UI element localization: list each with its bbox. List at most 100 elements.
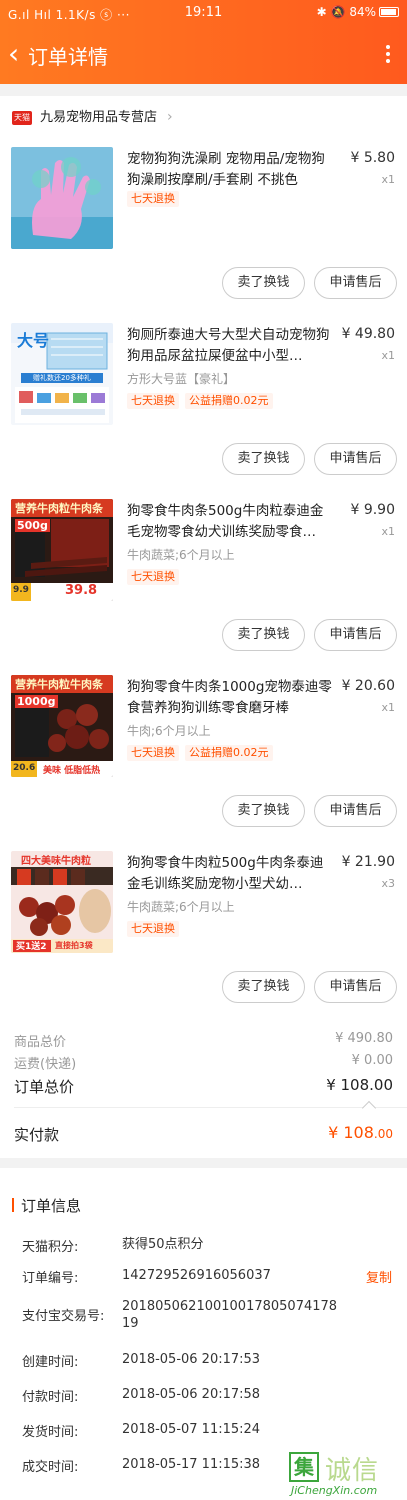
- more-options-icon[interactable]: [383, 42, 393, 70]
- sell-button[interactable]: 卖了换钱: [222, 971, 305, 1003]
- return-tag: 七天退换: [127, 921, 179, 937]
- info-value[interactable]: 142729526916056037: [122, 1267, 346, 1284]
- item-sku: 牛肉蔬菜;6个月以上: [127, 900, 235, 914]
- item-title: 宠物狗狗洗澡刷 宠物用品/宠物狗狗澡刷按摩刷/手套刷 不挑色: [127, 151, 325, 188]
- info-value: 2018-05-06 20:17:53: [122, 1352, 261, 1367]
- divider: [14, 1107, 407, 1108]
- item-tags: 七天退换: [127, 569, 185, 585]
- order-total-value: ¥ 108.00: [326, 1076, 393, 1094]
- item-price: ¥ 20.60: [341, 678, 395, 694]
- info-value: 2018-05-06 20:17:58: [122, 1387, 261, 1402]
- item-title: 狗零食牛肉条500g牛肉粒泰迪金毛宠物零食幼犬训练奖励零食…: [127, 503, 324, 540]
- item-title: 狗厕所泰迪大号大型犬自动宠物狗狗用品尿盆拉屎便盆中小型…: [127, 327, 330, 364]
- item-quantity: x1: [381, 349, 395, 362]
- item-price: ¥ 49.80: [341, 326, 395, 342]
- status-bar: G.ıl Hıl 1.1K/s ⓢ ··· 19:11 ✱ 🔕 84%: [0, 0, 407, 28]
- after-sale-button[interactable]: 申请售后: [314, 795, 397, 827]
- return-tag: 七天退换: [127, 393, 179, 409]
- item-tags: 七天退换: [127, 921, 185, 937]
- thumb-price: 美味 低脂低热: [43, 766, 101, 776]
- return-tag: 七天退换: [127, 191, 179, 207]
- info-key: 创建时间:: [22, 1355, 79, 1370]
- item-sku: 牛肉蔬菜;6个月以上: [127, 548, 235, 562]
- item-price: ¥ 9.90: [350, 502, 395, 518]
- thumb-label: 四大美味牛肉粒: [21, 856, 91, 867]
- item-tags: 七天退换: [127, 191, 185, 207]
- item-title: 狗狗零食牛肉条1000g宠物泰迪零食营养狗狗训练零食磨牙棒: [127, 679, 332, 716]
- mute-icon: 🔕: [330, 5, 346, 19]
- item-price: ¥ 21.90: [341, 854, 395, 870]
- battery-percent: 84%: [349, 5, 376, 19]
- thumb-small: 20.6: [13, 763, 36, 773]
- paid-int: ¥ 108: [328, 1123, 374, 1142]
- shipping-label: 运费(快递): [14, 1057, 77, 1072]
- after-sale-button[interactable]: 申请售后: [314, 619, 397, 651]
- sell-button[interactable]: 卖了换钱: [222, 267, 305, 299]
- shipping-value: ¥ 0.00: [351, 1053, 393, 1068]
- watermark-mark: 集: [289, 1452, 319, 1482]
- order-detail-page: G.ıl Hıl 1.1K/s ⓢ ··· 19:11 ✱ 🔕 84% ‹ 订单…: [0, 0, 407, 1500]
- paid-amount: ¥ 108.00: [328, 1123, 393, 1142]
- thumb-price: 39.8: [65, 583, 98, 598]
- after-sale-button[interactable]: 申请售后: [314, 267, 397, 299]
- thumb-label: 营养牛肉粒牛肉条: [15, 678, 103, 691]
- nav-bar: ‹ 订单详情: [0, 28, 407, 84]
- item-quantity: x1: [381, 173, 395, 186]
- order-total-label: 订单总价: [14, 1078, 75, 1096]
- item-quantity: x1: [381, 701, 395, 714]
- thumb-small: 9.9: [13, 585, 29, 595]
- info-value: 2018-05-07 11:15:24: [122, 1422, 261, 1437]
- goods-total-value: ¥ 490.80: [335, 1031, 393, 1046]
- glove-brush-image: [11, 147, 113, 249]
- charity-tag: 公益捐赠0.02元: [185, 393, 273, 409]
- sell-button[interactable]: 卖了换钱: [222, 619, 305, 651]
- order-item[interactable]: 大号 赠礼数还20多种礼 狗厕所泰迪大号大型犬自动宠物狗狗用品尿盆拉屎便盆中小型…: [0, 323, 407, 499]
- after-sale-button[interactable]: 申请售后: [314, 971, 397, 1003]
- charity-tag: 公益捐赠0.02元: [185, 745, 273, 761]
- order-item[interactable]: 四大美味牛肉粒 买1送2 直接拍3袋 狗狗零食牛肉粒500g牛肉条泰迪金毛训练奖…: [0, 851, 407, 1027]
- tmall-badge: 天猫: [12, 111, 32, 125]
- header: G.ıl Hıl 1.1K/s ⓢ ··· 19:11 ✱ 🔕 84% ‹ 订单…: [0, 0, 407, 84]
- thumb-sub: 1000g: [15, 695, 58, 708]
- watermark-logo: 集 诚信 JiChengXin.com: [285, 1448, 403, 1498]
- copy-button[interactable]: 复制: [366, 1267, 392, 1286]
- item-tags: 七天退换 公益捐赠0.02元: [127, 745, 279, 761]
- info-value: 获得50点积分: [122, 1237, 204, 1252]
- item-sku: 方形大号蓝【豪礼】: [127, 372, 236, 386]
- thumb-price: 直接拍3袋: [55, 941, 93, 950]
- order-item[interactable]: 营养牛肉粒牛肉条 500g 9.9 39.8 狗零食牛肉条500g牛肉粒泰迪金毛…: [0, 499, 407, 675]
- beef-snack-image: 营养牛肉粒牛肉条 1000g 20.6 美味 低脂低热: [11, 675, 113, 777]
- watermark-main: 诚信: [325, 1456, 380, 1486]
- thumb-sub: 赠礼数还20多种礼: [33, 374, 91, 382]
- battery-icon: [379, 7, 399, 17]
- order-info-title: 订单信息: [12, 1195, 81, 1216]
- info-key: 天猫积分:: [22, 1240, 79, 1255]
- info-key: 订单编号:: [22, 1271, 79, 1286]
- shop-card: 天猫 九易宠物用品专营店 › 宠物狗狗洗澡刷 宠物用品/宠物狗狗澡刷按摩刷/手套刷 …: [0, 96, 407, 1158]
- sell-button[interactable]: 卖了换钱: [222, 443, 305, 475]
- chevron-right-icon: ›: [167, 109, 173, 125]
- order-item[interactable]: 营养牛肉粒牛肉条 1000g 20.6 美味 低脂低热 狗狗零食牛肉条1000g…: [0, 675, 407, 851]
- sell-button[interactable]: 卖了换钱: [222, 795, 305, 827]
- paid-label: 实付款: [14, 1126, 60, 1144]
- order-item[interactable]: 宠物狗狗洗澡刷 宠物用品/宠物狗狗澡刷按摩刷/手套刷 不挑色 ¥ 5.80 x1…: [0, 147, 407, 323]
- info-key: 发货时间:: [22, 1425, 79, 1440]
- shop-header[interactable]: 天猫 九易宠物用品专营店 ›: [12, 106, 173, 126]
- return-tag: 七天退换: [127, 569, 179, 585]
- battery-status: ✱ 🔕 84%: [317, 5, 399, 19]
- caret-up-icon: [361, 1100, 377, 1116]
- thumb-sub: 买1送2: [16, 942, 47, 952]
- after-sale-button[interactable]: 申请售后: [314, 443, 397, 475]
- info-key: 支付宝交易号:: [22, 1309, 105, 1324]
- item-quantity: x3: [381, 877, 395, 890]
- info-key: 成交时间:: [22, 1460, 79, 1475]
- goods-total-label: 商品总价: [14, 1035, 67, 1050]
- shop-name: 九易宠物用品专营店: [40, 110, 158, 125]
- thumb-sub: 500g: [15, 519, 50, 532]
- item-quantity: x1: [381, 525, 395, 538]
- dog-toilet-image: 大号 赠礼数还20多种礼: [11, 323, 113, 425]
- page-title: 订单详情: [28, 45, 108, 69]
- thumb-label: 营养牛肉粒牛肉条: [15, 502, 103, 515]
- beef-cubes-image: 四大美味牛肉粒 买1送2 直接拍3袋: [11, 851, 113, 953]
- watermark-site: JiChengXin.com: [291, 1484, 378, 1497]
